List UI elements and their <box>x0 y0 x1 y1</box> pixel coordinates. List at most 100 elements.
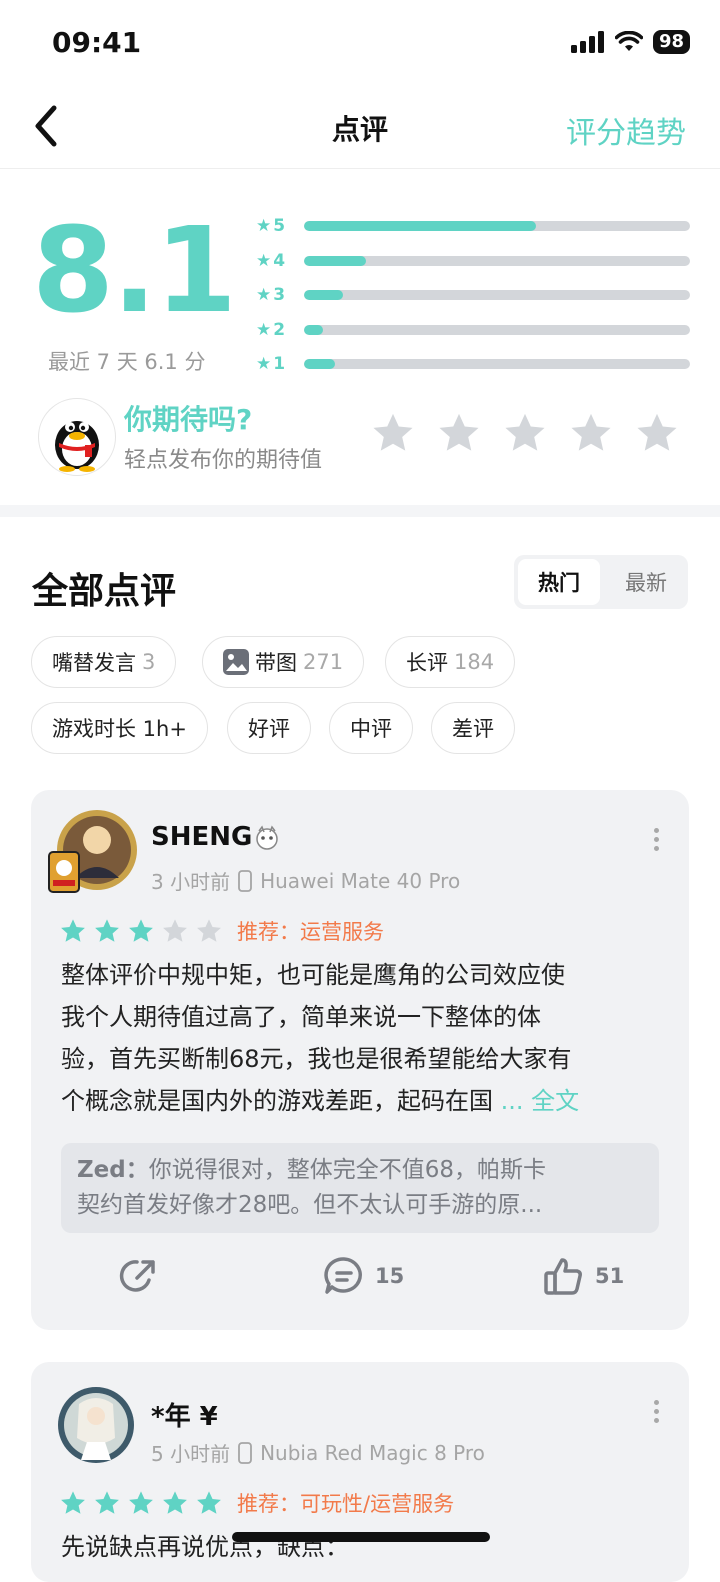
chip-label: 长评 <box>406 651 448 675</box>
section-divider <box>0 505 720 517</box>
nav-divider <box>0 168 720 169</box>
user-avatar[interactable] <box>47 808 141 896</box>
battery-indicator: 98 <box>652 30 690 54</box>
review-meta: 3 小时前 Huawei Mate 40 Pro <box>151 866 460 895</box>
rating-bar-track <box>304 256 690 266</box>
filter-chip-with-image[interactable]: 带图 271 <box>202 636 365 688</box>
star-icon: ★ <box>256 320 272 340</box>
star-2-icon[interactable] <box>436 410 482 456</box>
user-badge-icon <box>253 824 281 856</box>
chip-label: 带图 <box>255 651 297 675</box>
comment-icon <box>324 1257 362 1294</box>
chip-count: 3 <box>142 650 156 674</box>
chip-label: 好评 <box>248 717 290 741</box>
rating-bar-fill <box>304 221 536 231</box>
like-button[interactable]: 51 <box>543 1256 624 1296</box>
review-card[interactable]: *年 ¥ 5 小时前 Nubia Red Magic 8 Pro 推荐：可玩性/… <box>31 1362 689 1582</box>
rating-row-5: ★ 5 <box>256 214 690 238</box>
reply-preview[interactable]: Zed：你说得很对，整体完全不值68，帕斯卡 契约首发好像才28吧。但不太认可手… <box>61 1143 659 1233</box>
filter-chip-playtime[interactable]: 游戏时长 1h+ <box>31 702 208 754</box>
review-line: 个概念就是国内外的游戏差距，起码在国 ... 全文 <box>61 1087 580 1115</box>
review-username[interactable]: SHENG <box>151 822 252 852</box>
filter-chip-positive[interactable]: 好评 <box>227 702 311 754</box>
rating-row-1: ★ 1 <box>256 352 690 376</box>
more-options-button[interactable] <box>654 828 659 851</box>
filter-chip-neutral[interactable]: 中评 <box>329 702 413 754</box>
comment-count: 15 <box>375 1264 405 1288</box>
user-avatar[interactable] <box>57 1386 135 1464</box>
rating-label: ★ 5 <box>256 216 286 236</box>
status-icons: 98 <box>570 30 690 54</box>
review-time: 3 小时前 <box>151 870 231 894</box>
rating-bar-track <box>304 359 690 369</box>
review-body[interactable]: 整体评价中规中矩，也可能是鹰角的公司效应使 我个人期待值过高了，简单来说一下整体… <box>61 954 671 1122</box>
filter-chip-negative[interactable]: 差评 <box>431 702 515 754</box>
review-rating: 推荐：可玩性/运营服务 <box>59 1488 454 1518</box>
review-time: 5 小时前 <box>151 1442 231 1466</box>
rating-row-2: ★ 2 <box>256 318 690 342</box>
rate-stars[interactable] <box>370 410 680 456</box>
penguin-avatar-icon <box>55 421 99 472</box>
review-meta: 5 小时前 Nubia Red Magic 8 Pro <box>151 1438 485 1467</box>
star-icon: ★ <box>256 354 272 374</box>
home-indicator <box>232 1532 490 1542</box>
signal-icon <box>570 31 604 53</box>
review-card[interactable]: SHENG 3 小时前 Huawei Mate 40 Pro 推荐：运营服务 整… <box>31 790 689 1330</box>
rating-bar-fill <box>304 325 324 335</box>
read-more-link[interactable]: ... 全文 <box>501 1087 580 1115</box>
review-rating: 推荐：运营服务 <box>59 916 384 946</box>
review-recommend: 推荐：可玩性/运营服务 <box>237 1492 455 1516</box>
star-icon <box>95 1491 119 1514</box>
sort-newest-button[interactable]: 最新 <box>608 559 684 605</box>
star-icon <box>129 919 153 942</box>
star-3-icon[interactable] <box>502 410 548 456</box>
chip-label: 中评 <box>350 717 392 741</box>
rating-row-3: ★ 3 <box>256 283 690 307</box>
comment-button[interactable]: 15 <box>323 1256 404 1296</box>
phone-icon <box>238 1441 252 1464</box>
review-username[interactable]: *年 ¥ <box>151 1396 218 1433</box>
status-time: 09:41 <box>52 26 142 59</box>
chip-label: 游戏时长 1h+ <box>52 717 187 741</box>
image-icon <box>223 649 249 675</box>
rating-label: ★ 2 <box>256 320 286 340</box>
review-line: 我个人期待值过高了，简单来说一下整体的体 <box>61 1003 541 1031</box>
star-icon <box>61 919 85 942</box>
share-icon <box>119 1260 155 1292</box>
review-device: Nubia Red Magic 8 Pro <box>260 1440 485 1465</box>
reply-line: 契约首发好像才28吧。但不太认可手游的原... <box>77 1192 543 1218</box>
overall-score: 8.1 <box>32 201 237 339</box>
chip-count: 271 <box>303 650 344 674</box>
review-recommend: 推荐：运营服务 <box>237 920 384 944</box>
like-count: 51 <box>595 1264 625 1288</box>
star-icon <box>129 1491 153 1514</box>
all-reviews-title: 全部点评 <box>32 571 177 612</box>
rating-bar-track <box>304 290 690 300</box>
review-device: Huawei Mate 40 Pro <box>260 868 461 893</box>
expect-subtitle: 轻点发布你的期待值 <box>124 448 323 473</box>
star-icon <box>95 919 119 942</box>
sort-hot-button[interactable]: 热门 <box>518 559 600 605</box>
my-avatar[interactable] <box>38 398 116 476</box>
review-line: 整体评价中规中矩，也可能是鹰角的公司效应使 <box>61 961 565 989</box>
reply-author: Zed： <box>77 1157 149 1183</box>
star-empty-icon <box>197 919 221 942</box>
star-5-icon[interactable] <box>634 410 680 456</box>
share-button[interactable] <box>119 1256 159 1296</box>
rating-bar-fill <box>304 359 335 369</box>
star-icon <box>197 1491 221 1514</box>
sort-toggle: 热门 最新 <box>514 555 688 609</box>
filter-chip-featured[interactable]: 嘴替发言 3 <box>31 636 177 688</box>
star-4-icon[interactable] <box>568 410 614 456</box>
filter-chip-long-review[interactable]: 长评 184 <box>385 636 516 688</box>
thumbs-up-icon <box>544 1258 582 1295</box>
wifi-icon <box>614 31 643 51</box>
rating-label: ★ 3 <box>256 285 286 305</box>
more-options-button[interactable] <box>654 1400 659 1423</box>
review-line: 验，首先买断制68元，我也是很希望能给大家有 <box>61 1045 572 1073</box>
chip-label: 差评 <box>452 717 494 741</box>
rating-bar-track <box>304 325 690 335</box>
rating-trend-link[interactable]: 评分趋势 <box>566 108 686 152</box>
reply-line: Zed：你说得很对，整体完全不值68，帕斯卡 <box>77 1157 547 1183</box>
star-1-icon[interactable] <box>370 410 416 456</box>
